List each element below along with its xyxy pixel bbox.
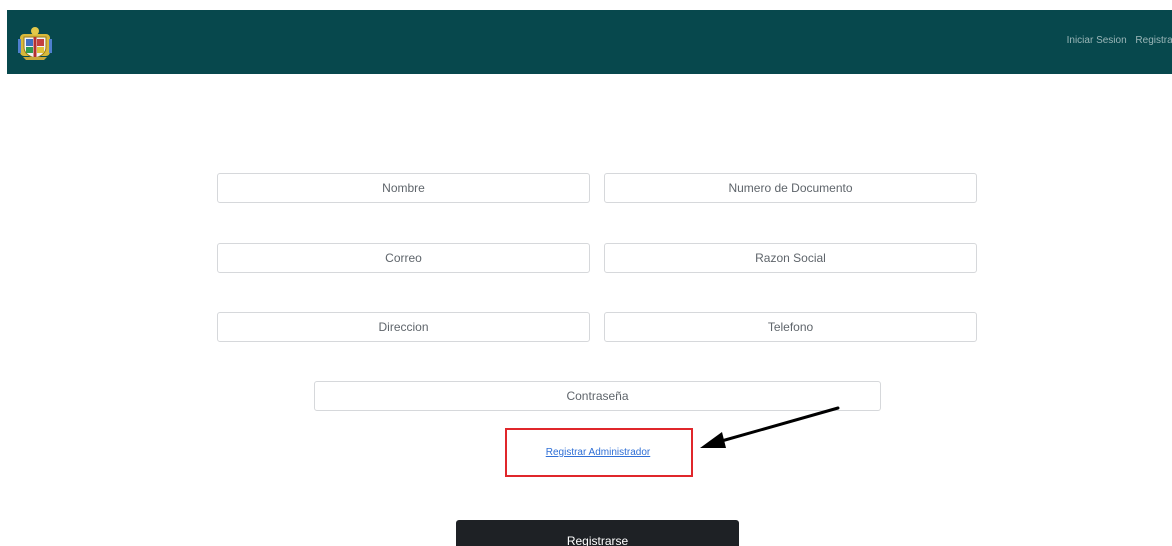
business-name-field[interactable] bbox=[604, 243, 977, 273]
nav-link-login[interactable]: Iniciar Sesion bbox=[1067, 35, 1127, 46]
document-number-field[interactable] bbox=[604, 173, 977, 203]
nombre-field[interactable] bbox=[217, 173, 590, 203]
nav-links: Iniciar Sesion Registrar bbox=[1061, 33, 1172, 49]
register-admin-link[interactable]: Registrar Administrador bbox=[505, 447, 691, 458]
email-field[interactable] bbox=[217, 243, 590, 273]
arrow-icon bbox=[700, 406, 840, 448]
coat-of-arms-icon[interactable] bbox=[18, 25, 52, 61]
navbar: Iniciar Sesion Registrar bbox=[7, 10, 1172, 74]
page: Iniciar Sesion Registrar Registrar Admin… bbox=[0, 0, 1172, 546]
address-field[interactable] bbox=[217, 312, 590, 342]
nav-link-register[interactable]: Registrar bbox=[1135, 35, 1172, 46]
register-button[interactable]: Registrarse bbox=[456, 520, 739, 546]
phone-field[interactable] bbox=[604, 312, 977, 342]
